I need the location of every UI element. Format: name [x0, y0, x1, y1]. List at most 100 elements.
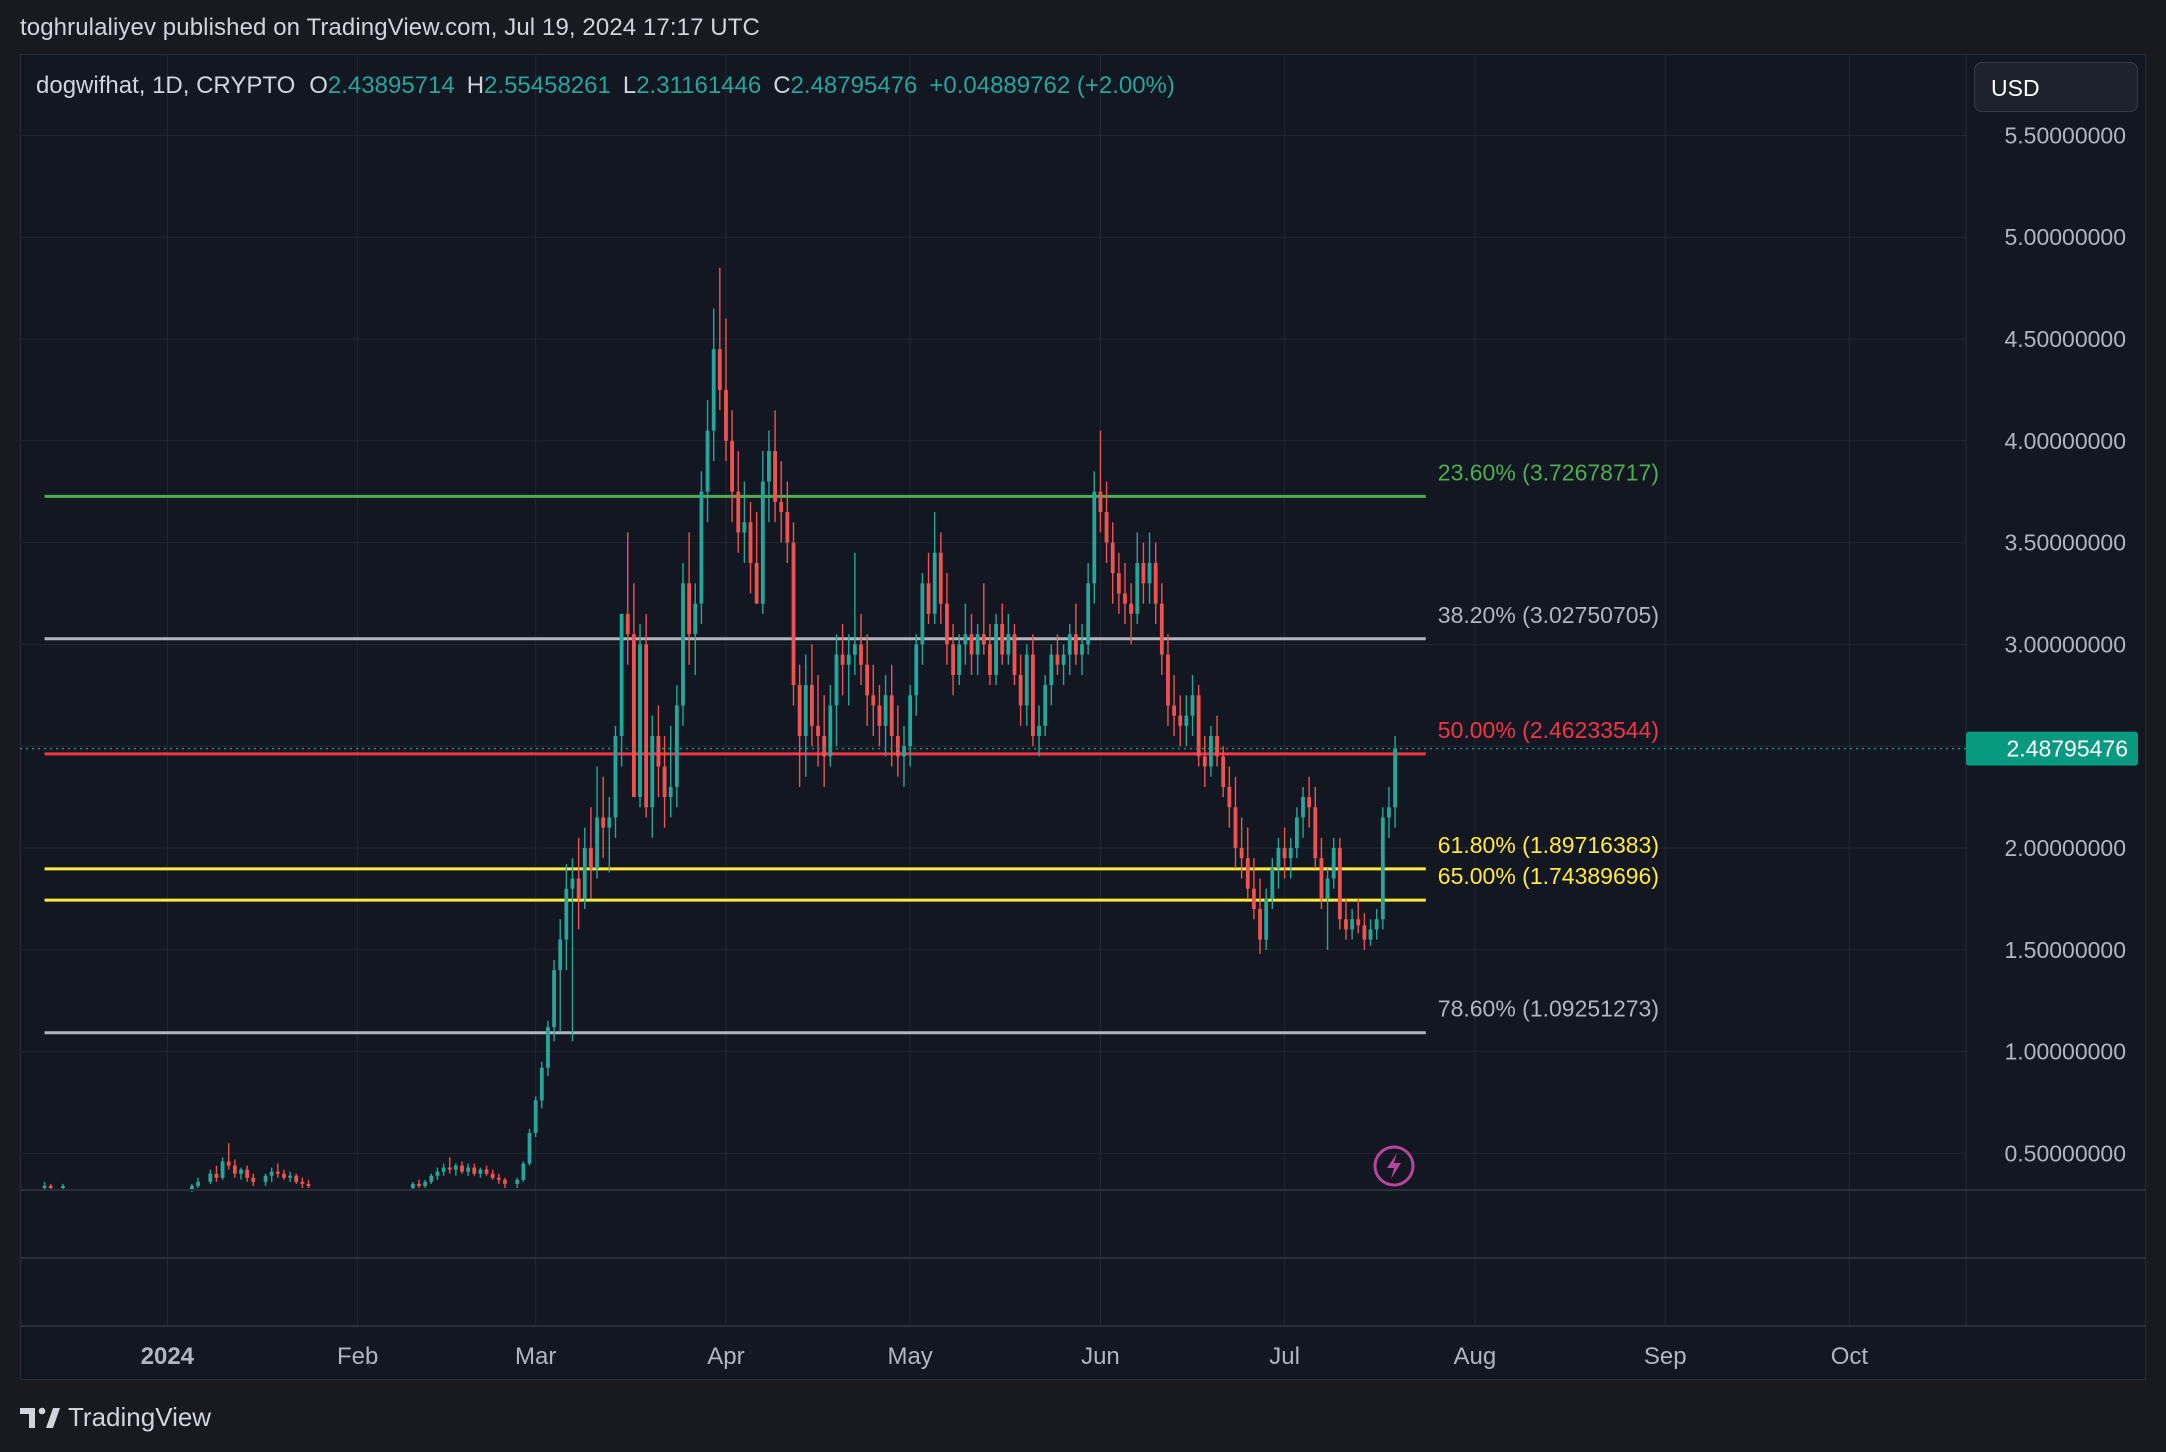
candle-down: [1159, 583, 1164, 675]
candle-up: [1080, 624, 1084, 675]
candle-up: [533, 1096, 538, 1138]
candle-body: [699, 491, 704, 604]
candle-down: [871, 664, 876, 737]
candle-body: [668, 786, 673, 798]
candle-body: [558, 939, 563, 971]
candle-down: [275, 1163, 280, 1178]
candle-up: [196, 1177, 200, 1188]
candle-body: [846, 654, 851, 665]
candle-body: [288, 1175, 293, 1178]
candle-body: [1092, 491, 1097, 584]
candle-body: [1245, 858, 1250, 889]
candle-up: [410, 1181, 415, 1190]
candle-up: [693, 583, 698, 675]
candle-down: [945, 573, 949, 665]
candle-body: [1288, 847, 1293, 859]
candle-down: [1215, 715, 1219, 767]
candle-body: [932, 552, 937, 614]
candle-up: [638, 624, 642, 808]
axes: 0.50000000 1.00000000 1.50000000 2.00000000…: [20, 54, 2146, 1370]
candle-body: [472, 1167, 477, 1174]
candle-down: [490, 1169, 495, 1180]
candle-body: [490, 1173, 495, 1178]
candle-body: [1251, 888, 1256, 910]
candle-up: [1067, 624, 1072, 675]
candle-body: [576, 878, 581, 899]
candle-body: [601, 817, 606, 828]
candle-up: [239, 1167, 243, 1180]
candle-up: [582, 827, 587, 910]
candle-body: [410, 1183, 415, 1188]
candle-down: [484, 1165, 489, 1176]
candle-body: [988, 644, 992, 675]
candle-body: [674, 705, 679, 787]
candle-body: [724, 389, 728, 441]
fib-level-label: 65.00% (1.74389696): [1438, 863, 1659, 889]
candle-up: [288, 1171, 293, 1182]
candle-down: [988, 624, 992, 686]
candle-body: [631, 634, 636, 798]
candle-body: [1294, 817, 1299, 848]
candle-body: [1166, 654, 1170, 706]
candle-body: [711, 349, 716, 431]
candle-down: [1202, 736, 1207, 787]
candles: [42, 267, 1397, 1193]
candle-body: [42, 1185, 47, 1188]
candle-body: [619, 613, 624, 737]
tradingview-logo[interactable]: TradingView: [20, 1402, 211, 1433]
x-tick-label: Aug: [1454, 1343, 1497, 1370]
candle-down: [889, 664, 894, 767]
candle-body: [656, 736, 661, 767]
candle-down: [662, 736, 667, 828]
currency-button[interactable]: USD: [1974, 62, 2138, 112]
candle-up: [920, 573, 925, 665]
candle-body: [767, 450, 771, 482]
candle-body: [625, 613, 630, 635]
candle-body: [981, 634, 986, 645]
y-tick-label: 1.50000000: [2004, 937, 2126, 963]
candle-body: [232, 1165, 237, 1174]
candle-body: [589, 847, 593, 869]
candle-body: [1387, 807, 1391, 818]
candle-up: [834, 634, 839, 747]
candle-up: [1264, 888, 1269, 950]
candle-down: [1018, 654, 1023, 726]
y-tick-label: 5.50000000: [2004, 122, 2126, 148]
candle-down: [785, 481, 790, 563]
candle-body: [889, 695, 894, 737]
candle-down: [472, 1163, 477, 1176]
candle-down: [754, 512, 759, 604]
candle-up: [539, 1061, 544, 1109]
candle-body: [300, 1181, 305, 1184]
candle-body: [1067, 634, 1072, 655]
lightning-icon[interactable]: [1373, 1145, 1415, 1187]
candle-up: [668, 725, 673, 818]
candlestick-chart[interactable]: 23.60% (3.72678717) 38.20% (3.02750705) 50…: [0, 0, 2166, 1452]
candle-body: [1037, 725, 1041, 737]
open-label: O: [309, 72, 328, 99]
candle-body: [1190, 695, 1195, 716]
candle-body: [834, 654, 839, 706]
candle-body: [1000, 624, 1005, 655]
candle-body: [1030, 654, 1035, 737]
change-value: +0.04889762 (+2.00%): [929, 72, 1175, 99]
candle-up: [1294, 807, 1299, 859]
candle-body: [810, 685, 814, 726]
candle-up: [1276, 837, 1281, 889]
candle-body: [859, 644, 863, 665]
candle-body: [1356, 919, 1361, 926]
y-tick-label: 1.00000000: [2004, 1039, 2126, 1065]
candle-body: [275, 1171, 280, 1174]
candle-down: [748, 501, 753, 594]
candle-body: [914, 644, 919, 696]
candle-body: [1258, 909, 1262, 940]
candle-down: [1098, 430, 1103, 533]
candle-up: [435, 1167, 440, 1180]
candle-body: [662, 766, 667, 798]
candle-body: [1393, 748, 1397, 808]
candle-up: [1092, 471, 1097, 604]
candle-body: [251, 1177, 256, 1182]
candle-body: [484, 1169, 489, 1174]
candle-down: [306, 1179, 311, 1188]
candle-down: [1245, 827, 1250, 899]
